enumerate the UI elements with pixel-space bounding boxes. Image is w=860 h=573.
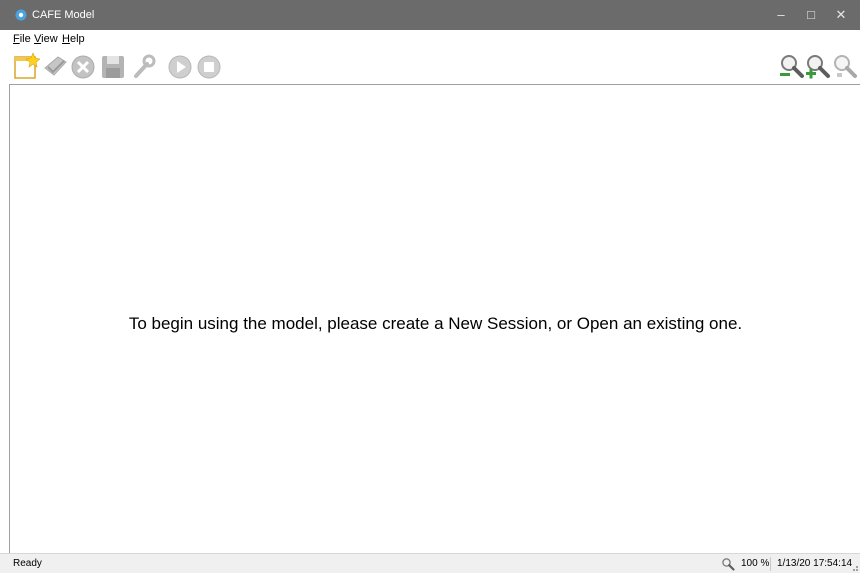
status-datetime: 1/13/20 17:54:14 [777,558,853,569]
close-button[interactable]: ✕ [826,0,856,30]
empty-state-message: To begin using the model, please create … [128,314,743,333]
new-session-icon [14,52,40,79]
menu-bar: File View Help [0,30,860,48]
menu-help-label: elp [69,33,85,45]
status-text: Ready [13,558,42,569]
app-icon [15,9,27,21]
menu-help[interactable]: Help [62,32,85,46]
close-session-button[interactable] [69,52,97,80]
minimize-button[interactable]: – [766,0,796,30]
settings-button[interactable] [130,52,158,80]
main-panel: To begin using the model, please create … [9,84,860,553]
menu-file-accelerator: F [13,33,20,45]
run-button[interactable] [166,52,194,80]
open-session-icon [44,56,67,76]
close-session-icon [71,55,95,79]
zoom-out-button[interactable] [778,52,806,80]
stop-button[interactable] [195,52,223,80]
toolbar [0,48,860,84]
run-play-icon [168,55,192,79]
open-session-button[interactable] [42,52,70,80]
zoom-out-icon [780,55,804,78]
maximize-button[interactable]: □ [796,0,826,30]
settings-wrench-icon [134,54,156,78]
zoom-in-icon [806,55,830,79]
menu-view-label: iew [41,33,58,45]
stop-icon [197,55,221,79]
new-session-button[interactable] [12,52,40,80]
title-bar: CAFE Model – □ ✕ [0,0,860,30]
save-button[interactable] [99,52,127,80]
window-title: CAFE Model [32,9,95,21]
menu-help-accelerator: H [62,33,70,45]
menu-file-label: ile [19,33,31,45]
zoom-level: 100 % [741,558,770,569]
save-icon [102,56,124,78]
status-separator [770,557,771,571]
menu-view[interactable]: View [34,32,58,46]
menu-file[interactable]: File [13,32,31,46]
resize-grip-icon[interactable] [849,562,859,572]
zoom-icon [722,558,735,571]
status-bar: Ready 100 % 1/13/20 17:54:14 [0,553,860,573]
zoom-reset-icon [834,55,857,78]
zoom-reset-button[interactable] [830,52,860,80]
zoom-in-button[interactable] [804,52,832,80]
